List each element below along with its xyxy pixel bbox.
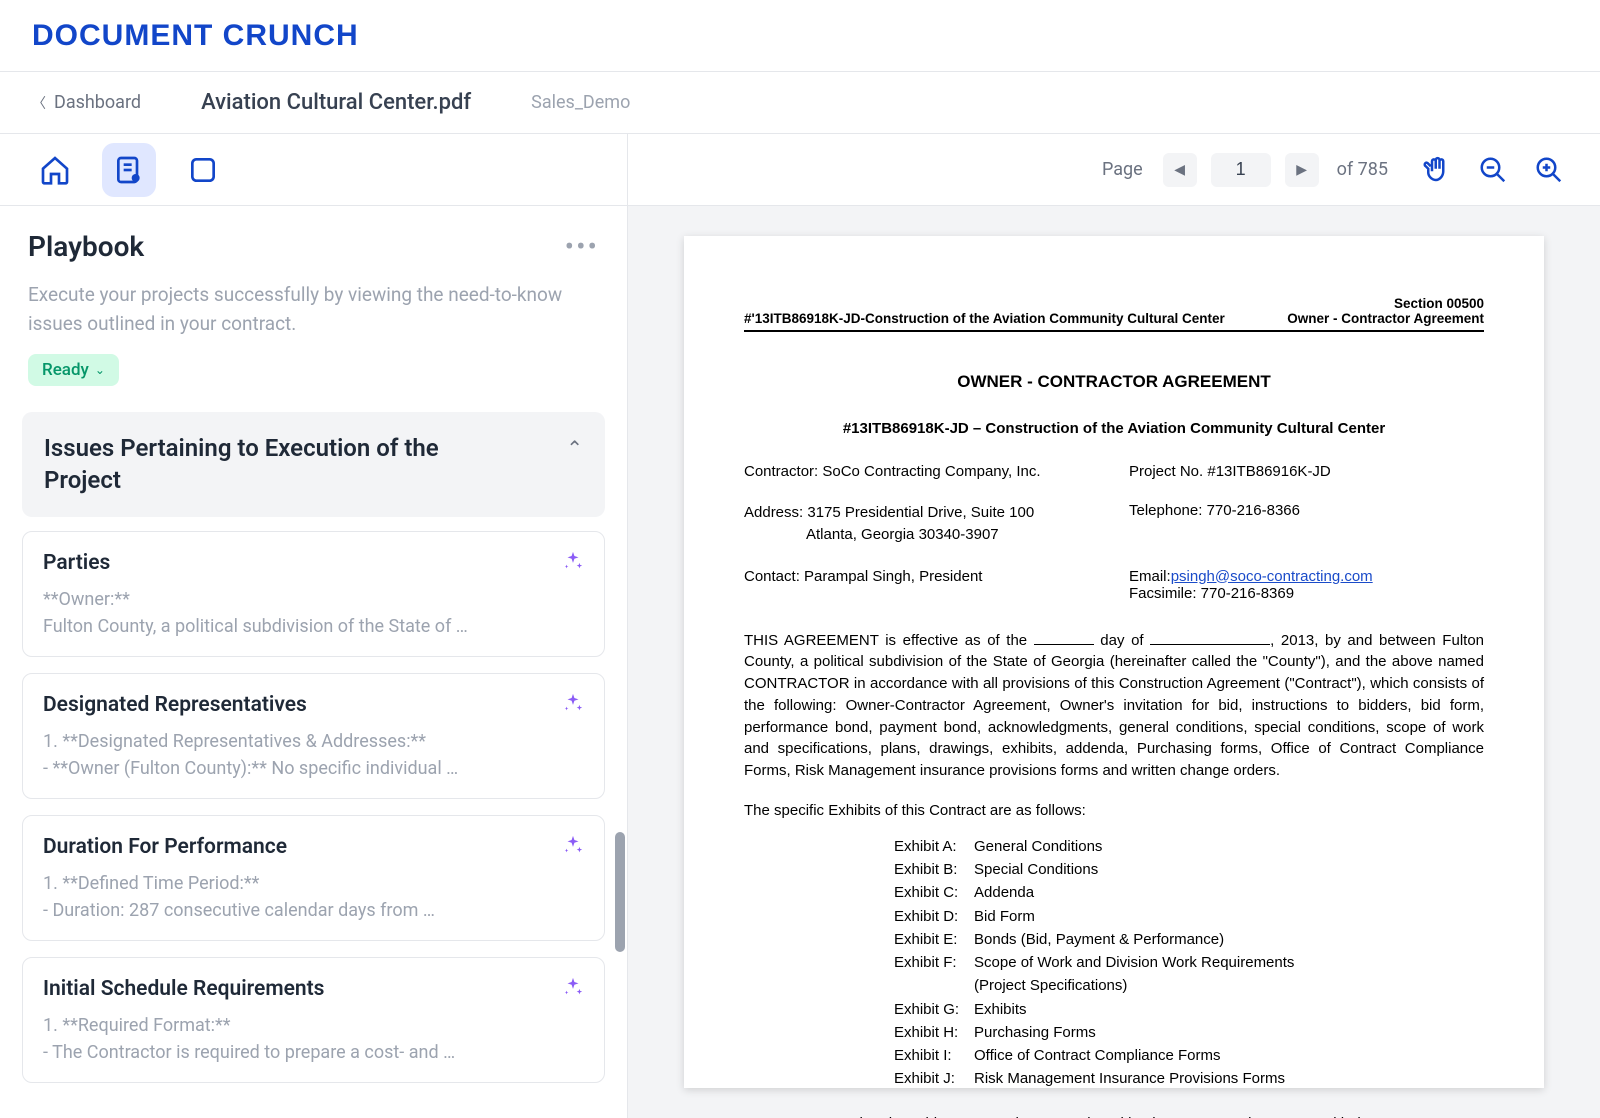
page-label: Page bbox=[1102, 159, 1143, 180]
page-total: of 785 bbox=[1337, 159, 1388, 180]
issue-line1: 1. **Designated Representatives & Addres… bbox=[43, 731, 426, 752]
doc-email-link[interactable]: psingh@soco-contracting.com bbox=[1171, 568, 1373, 585]
issue-title: Initial Schedule Requirements bbox=[43, 977, 324, 1001]
doc-info-grid: Contractor: SoCo Contracting Company, In… bbox=[744, 463, 1484, 602]
document-canvas[interactable]: #'13ITB86918K-JD-Construction of the Avi… bbox=[628, 206, 1600, 1118]
doc-paragraph-1: THIS AGREEMENT is effective as of the da… bbox=[744, 630, 1484, 782]
issue-line2: - The Contractor is required to prepare … bbox=[43, 1039, 584, 1066]
ready-label: Ready bbox=[42, 360, 89, 380]
doc-address: Address: 3175 Presidential Drive, Suite … bbox=[744, 502, 1099, 546]
subbar: 〈 Dashboard Aviation Cultural Center.pdf… bbox=[0, 72, 1600, 134]
chevron-up-icon: ⌃ bbox=[566, 436, 583, 460]
issue-line1: 1. **Defined Time Period:** bbox=[43, 873, 259, 894]
issue-title: Designated Representatives bbox=[43, 693, 307, 717]
home-button[interactable] bbox=[28, 143, 82, 197]
issue-title: Duration For Performance bbox=[43, 835, 287, 859]
section-title: Issues Pertaining to Execution of the Pr… bbox=[44, 432, 504, 497]
document-title: Aviation Cultural Center.pdf bbox=[201, 90, 471, 115]
right-panel: Page ◀ ▶ of 785 #'13ITB86918K-JD-Constru… bbox=[628, 134, 1600, 1118]
issue-card-parties[interactable]: Parties **Owner:** Fulton County, a poli… bbox=[22, 531, 605, 657]
sparkle-icon bbox=[562, 834, 584, 860]
next-page-button[interactable]: ▶ bbox=[1285, 153, 1319, 187]
playbook-description: Execute your projects successfully by vi… bbox=[28, 281, 588, 338]
chevron-left-icon: 〈 bbox=[32, 93, 46, 113]
doc-header: #'13ITB86918K-JD-Construction of the Avi… bbox=[744, 296, 1484, 332]
doc-email-fax: Email:psingh@soco-contracting.com Facsim… bbox=[1129, 568, 1484, 602]
doc-header-right2: Owner - Contractor Agreement bbox=[1287, 311, 1484, 326]
playbook-header: Playbook ••• Execute your projects succe… bbox=[0, 206, 627, 394]
issue-card-initial-schedule-requirements[interactable]: Initial Schedule Requirements 1. **Requi… bbox=[22, 957, 605, 1083]
doc-witness: WITNESSETH: That the said Contractor has… bbox=[744, 1115, 1484, 1118]
doc-header-right1: Section 00500 bbox=[1287, 296, 1484, 311]
left-panel: i Playbook ••• Execute your projects suc… bbox=[0, 134, 628, 1118]
app-logo: DOCUMENT CRUNCH bbox=[32, 19, 359, 53]
doc-h2: #13ITB86918K-JD – Construction of the Av… bbox=[744, 420, 1484, 437]
doc-exhibits-intro: The specific Exhibits of this Contract a… bbox=[744, 802, 1484, 819]
doc-h1: OWNER - CONTRACTOR AGREEMENT bbox=[744, 372, 1484, 392]
issue-card-duration-for-performance[interactable]: Duration For Performance 1. **Defined Ti… bbox=[22, 815, 605, 941]
page-input[interactable] bbox=[1211, 153, 1271, 187]
zoom-in-button[interactable] bbox=[1528, 149, 1570, 191]
document-page: #'13ITB86918K-JD-Construction of the Avi… bbox=[684, 236, 1544, 1088]
back-label: Dashboard bbox=[54, 92, 141, 113]
issues-scroll[interactable]: Issues Pertaining to Execution of the Pr… bbox=[0, 412, 627, 1118]
chevron-down-icon: ⌄ bbox=[95, 363, 105, 377]
doc-telephone: Telephone: 770-216-8366 bbox=[1129, 502, 1484, 546]
issue-line1: 1. **Required Format:** bbox=[43, 1015, 231, 1036]
sparkle-icon bbox=[562, 976, 584, 1002]
left-toolbar: i bbox=[0, 134, 627, 206]
zoom-out-button[interactable] bbox=[1472, 149, 1514, 191]
doc-contractor: Contractor: SoCo Contracting Company, In… bbox=[744, 463, 1099, 480]
issue-line1: **Owner:** bbox=[43, 589, 130, 610]
topbar: DOCUMENT CRUNCH bbox=[0, 0, 1600, 72]
playbook-title: Playbook bbox=[28, 230, 144, 263]
doc-header-left: #'13ITB86918K-JD-Construction of the Avi… bbox=[744, 311, 1225, 326]
issue-line2: - **Owner (Fulton County):** No specific… bbox=[43, 755, 584, 782]
playbook-button[interactable]: i bbox=[102, 143, 156, 197]
viewer-toolbar: Page ◀ ▶ of 785 bbox=[628, 134, 1600, 206]
issue-title: Parties bbox=[43, 551, 110, 575]
doc-contact: Contact: Parampal Singh, President bbox=[744, 568, 1099, 602]
project-name: Sales_Demo bbox=[531, 92, 630, 113]
doc-project-no: Project No. #13ITB86916K-JD bbox=[1129, 463, 1484, 480]
pan-tool-button[interactable] bbox=[1416, 149, 1458, 191]
scrollbar[interactable] bbox=[615, 832, 625, 952]
back-to-dashboard[interactable]: 〈 Dashboard bbox=[32, 92, 141, 113]
prev-page-button[interactable]: ◀ bbox=[1163, 153, 1197, 187]
playbook-menu-button[interactable]: ••• bbox=[565, 233, 599, 261]
notes-button[interactable] bbox=[176, 143, 230, 197]
issue-card-designated-representatives[interactable]: Designated Representatives 1. **Designat… bbox=[22, 673, 605, 799]
sparkle-icon bbox=[562, 550, 584, 576]
issue-line2: - Duration: 287 consecutive calendar day… bbox=[43, 897, 584, 924]
section-header[interactable]: Issues Pertaining to Execution of the Pr… bbox=[22, 412, 605, 517]
sparkle-icon bbox=[562, 692, 584, 718]
issue-line2: Fulton County, a political subdivision o… bbox=[43, 613, 584, 640]
ready-badge[interactable]: Ready ⌄ bbox=[28, 354, 119, 386]
doc-exhibits-list: Exhibit A:General Conditions Exhibit B:S… bbox=[894, 835, 1484, 1091]
